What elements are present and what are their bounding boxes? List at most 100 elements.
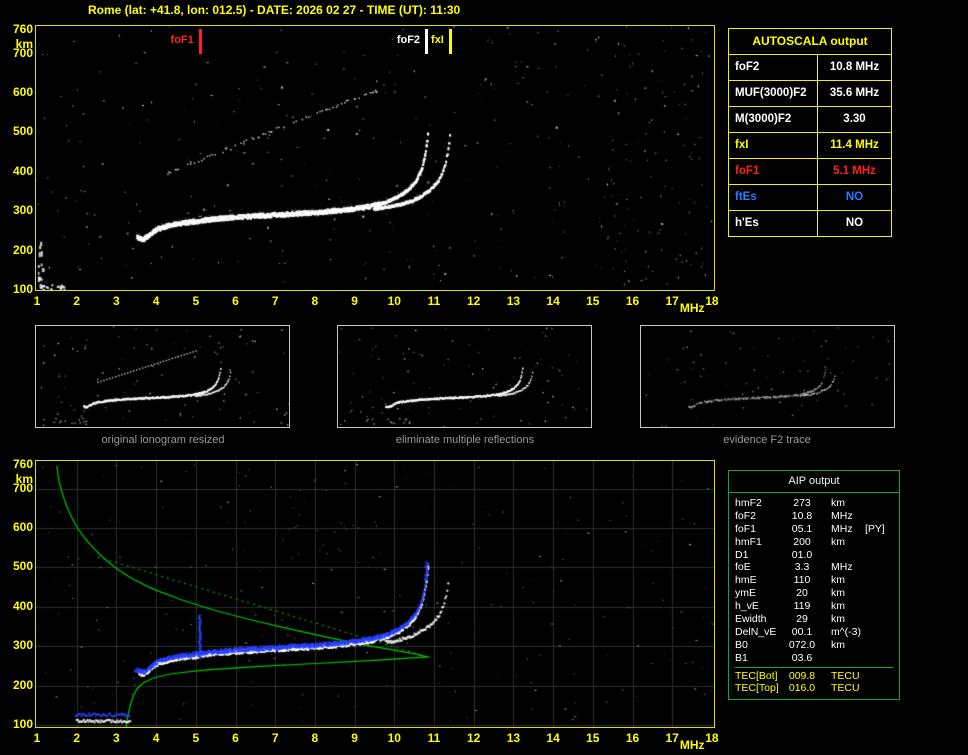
fof2-marker-label: foF2 [396,34,421,46]
fof1-marker-line [198,29,202,54]
autoscala-row: fxI 11.4 MHz [729,133,891,159]
autoscala-row: h'Es NO [729,211,891,236]
aip-row-value: 110 [793,574,811,587]
x-tick-label: 6 [232,731,239,745]
x-tick-label: 2 [73,294,81,308]
aip-row-value: 05.1 [791,522,813,535]
aip-row-value: 016.0 [788,682,816,695]
thumbnail-original-ionogram [35,325,290,428]
aip-row-label: TEC[Bot] [735,669,778,682]
autoscala-row-value: 3.30 [843,113,866,125]
aip-row-unit: km [831,600,845,613]
x-tick-label: 15 [586,731,600,745]
autoscala-row-value: NO [845,191,864,203]
thumbnail-caption: original ionogram resized [101,434,225,446]
y-tick-label: 100 [12,281,33,296]
aip-row-unit: km [831,574,845,587]
y-axis-unit: km [15,471,33,486]
aip-row-unit: km [831,497,845,509]
thumbnail-f2-trace [640,325,895,428]
y-tick-label: 300 [12,203,33,218]
bottom-profile-plot [35,460,715,728]
autoscala-row-value: 10.8 MHz [829,61,880,73]
aip-row-extra: [PY] [865,522,885,535]
x-tick-label: 2 [73,731,81,745]
y-tick-label: 760 [12,21,33,36]
fof2-marker-line [425,29,429,54]
aip-row: B1 03.6 [735,652,899,665]
aip-row-label: foE [735,561,751,574]
fxi-marker-line [448,29,452,54]
aip-row-label: B1 [735,651,748,664]
autoscala-row: foF2 10.8 MHz [729,55,891,81]
autoscala-row-label: foF2 [729,55,818,80]
aip-row-label: B0 [735,638,748,651]
aip-row-label: foF2 [735,509,757,522]
y-tick-label: 300 [12,638,33,653]
aip-row-unit: m^(-3) [831,625,862,638]
y-tick-label: 760 [12,456,33,471]
x-tick-label: 3 [113,294,120,308]
x-tick-label: 10 [387,731,401,745]
autoscala-row-value: NO [845,217,864,229]
aip-row-label: D1 [735,548,749,561]
aip-row-value: 200 [793,535,811,548]
aip-row: foE 3.3 MHz [735,561,899,574]
aip-row-unit: km [831,587,845,600]
autoscala-output-table: AUTOSCALA output foF2 10.8 MHz MUF(3000)F2 3… [728,28,892,237]
aip-row: hmF2 273 km [735,497,899,510]
autoscala-row-label: foF1 [729,159,818,184]
aip-row: B0 072.0 km [735,639,899,652]
y-tick-label: 400 [12,598,33,613]
aip-row-label: hmF2 [735,497,762,509]
aip-row-value: 273 [793,497,811,509]
aip-row-value: 072.0 [788,638,816,651]
aip-row-value: 009.8 [788,669,816,682]
x-tick-label: 7 [271,294,279,308]
aip-row: h_vE 119 km [735,600,899,613]
x-tick-label: 18 [705,731,719,745]
aip-row-unit: km [831,638,845,651]
autoscala-row: M(3000)F2 3.30 [729,107,891,133]
autoscala-row: foF1 5.1 MHz [729,159,891,185]
y-tick-label: 600 [12,519,33,534]
thumbnail-caption: evidence F2 trace [723,434,811,446]
autoscala-row-value: 35.6 MHz [829,87,880,99]
aip-row-label: hmE [735,574,757,587]
y-tick-label: 100 [12,716,33,731]
y-tick-label: 500 [12,559,33,574]
top-ionogram-canvas [36,26,714,290]
x-tick-label: 11 [427,294,441,308]
aip-row-label: DelN_vE [735,625,777,638]
aip-row-unit: km [831,535,845,548]
fof1-marker-label: foF1 [170,34,194,46]
aip-row-unit [819,652,863,665]
autoscala-row-value: 5.1 MHz [833,165,876,177]
aip-row: TEC[Top] 016.0 TECU [735,682,893,695]
x-tick-label: 7 [271,731,279,745]
thumbnail-f2-trace-canvas [641,326,894,427]
autoscala-row: ftEs NO [729,185,891,211]
aip-row-label: ymE [735,587,756,600]
aip-row-unit: km [831,613,845,626]
autoscala-header: AUTOSCALA output [729,29,891,55]
thumbnail-no-multiples [337,325,592,428]
aip-row: foF1 05.1 MHz [PY] [735,523,899,536]
x-tick-label: 12 [467,731,481,745]
aip-row-value: 10.8 [791,509,813,522]
x-tick-label: 17 [665,731,679,745]
aip-row-unit: TECU [831,682,860,695]
aip-rows: hmF2 273 km foF2 10.8 MHz foF1 05.1 MHz [PY] hmF1 2… [729,493,899,699]
aip-row-label: TEC[Top] [735,682,779,695]
x-tick-label: 13 [506,731,521,745]
x-tick-label: 1 [33,731,41,745]
bottom-profile-canvas [36,461,714,727]
aip-tec-section: TEC[Bot] 009.8 TECU TEC[Top] 016.0 TECU [735,666,893,696]
aip-row-label: h_vE [735,600,759,613]
autoscala-row: MUF(3000)F2 35.6 MHz [729,81,891,107]
aip-header: AIP output [729,471,899,493]
x-tick-label: 4 [152,731,160,745]
thumbnail-caption: eliminate multiple reflections [395,434,535,446]
aip-row-label: hmF1 [735,535,762,548]
x-tick-label: 8 [311,294,319,308]
